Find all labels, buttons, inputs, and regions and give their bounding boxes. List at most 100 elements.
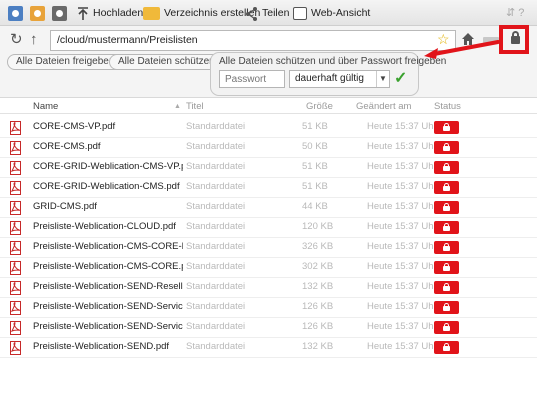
table-row[interactable]: Preisliste-Weblication-CMS-CORE.pdf Stand… bbox=[0, 258, 537, 278]
duration-value: dauerhaft gültig bbox=[295, 73, 364, 84]
file-name[interactable]: Preisliste-Weblication-CLOUD.pdf bbox=[33, 221, 183, 232]
column-size[interactable]: Größe bbox=[306, 101, 333, 112]
pdf-file-icon bbox=[10, 341, 21, 355]
column-status[interactable]: Status bbox=[434, 101, 461, 112]
table-row[interactable]: Preisliste-Weblication-SEND-Service.pdfS… bbox=[0, 318, 537, 338]
column-name[interactable]: Name bbox=[33, 101, 58, 112]
file-name[interactable]: GRID-CMS.pdf bbox=[33, 201, 183, 212]
status-lock-badge[interactable] bbox=[434, 261, 459, 274]
web-view-icon bbox=[293, 6, 307, 20]
file-modified: Heute 15:37 Uhr bbox=[367, 161, 437, 172]
file-title: Standarddatei bbox=[186, 201, 246, 212]
lock-icon bbox=[443, 143, 450, 151]
file-title: Standarddatei bbox=[186, 121, 246, 132]
status-lock-badge[interactable] bbox=[434, 341, 459, 354]
status-lock-badge[interactable] bbox=[434, 181, 459, 194]
file-modified: Heute 15:37 Uhr bbox=[367, 321, 437, 332]
password-input[interactable] bbox=[219, 70, 285, 88]
file-size: 132 KB bbox=[302, 341, 334, 352]
table-row[interactable]: CORE-CMS.pdf Standarddatei 50 KB Heute 15:3… bbox=[0, 138, 537, 158]
file-name[interactable]: CORE-CMS-VP.pdf bbox=[33, 121, 183, 132]
status-lock-badge[interactable] bbox=[434, 321, 459, 334]
share-icon bbox=[246, 6, 257, 21]
refresh-icon[interactable]: ↻ bbox=[10, 31, 23, 49]
path-input[interactable]: /cloud/mustermann/Preislisten bbox=[50, 30, 456, 51]
status-lock-badge[interactable] bbox=[434, 201, 459, 214]
properties-icon[interactable] bbox=[52, 4, 67, 22]
table-row[interactable]: CORE-GRID-Weblication-CMS.pdf Standarddat… bbox=[0, 178, 537, 198]
upload-button[interactable]: Hochladen bbox=[77, 4, 143, 22]
protect-all-button[interactable]: Alle Dateien schützen bbox=[109, 54, 224, 70]
upload-label: Hochladen bbox=[93, 7, 144, 19]
table-row[interactable]: Preisliste-Weblication-SEND-Service-ResS… bbox=[0, 298, 537, 318]
status-lock-badge[interactable] bbox=[434, 221, 459, 234]
web-view-label: Web-Ansicht bbox=[311, 7, 371, 19]
folder-icon bbox=[143, 6, 160, 20]
share-all-button[interactable]: Alle Dateien freigeben bbox=[7, 54, 124, 70]
file-name[interactable]: Preisliste-Weblication-SEND-Service.pdf bbox=[33, 321, 183, 332]
status-lock-badge[interactable] bbox=[434, 141, 459, 154]
table-row[interactable]: GRID-CMS.pdf Standarddatei 44 KB Heute 15:3… bbox=[0, 198, 537, 218]
file-size: 120 KB bbox=[302, 221, 334, 232]
file-name[interactable]: CORE-GRID-Weblication-CMS.pdf bbox=[33, 181, 183, 192]
table-row[interactable]: CORE-GRID-Weblication-CMS-VP.pdf Standard… bbox=[0, 158, 537, 178]
file-modified: Heute 15:37 Uhr bbox=[367, 341, 437, 352]
file-name[interactable]: CORE-CMS.pdf bbox=[33, 141, 183, 152]
status-lock-badge[interactable] bbox=[434, 161, 459, 174]
file-modified: Heute 15:37 Uhr bbox=[367, 141, 437, 152]
table-row[interactable]: CORE-CMS-VP.pdf Standarddatei 51 KB Heute 1… bbox=[0, 118, 537, 138]
file-name[interactable]: Preisliste-Weblication-SEND.pdf bbox=[33, 341, 183, 352]
status-lock-badge[interactable] bbox=[434, 121, 459, 134]
lock-icon bbox=[443, 223, 450, 231]
protect-lock-button[interactable] bbox=[499, 25, 529, 54]
help-icons[interactable]: ⇵ ? bbox=[506, 6, 524, 19]
action-row: Alle Dateien freigeben Alle Dateien schü… bbox=[0, 40, 537, 98]
pdf-file-icon bbox=[10, 321, 21, 335]
create-folder-button[interactable]: Verzeichnis erstellen bbox=[143, 4, 260, 22]
sort-asc-icon[interactable]: ▲ bbox=[174, 103, 181, 110]
file-size: 51 KB bbox=[302, 121, 328, 132]
status-lock-badge[interactable] bbox=[434, 301, 459, 314]
lock-icon bbox=[443, 183, 450, 191]
file-name[interactable]: Preisliste-Weblication-CMS-CORE.pdf bbox=[33, 261, 183, 272]
table-row[interactable]: Preisliste-Weblication-SEND-Reseller.pdf… bbox=[0, 278, 537, 298]
duration-select[interactable]: dauerhaft gültig ▼ bbox=[289, 70, 390, 88]
file-modified: Heute 15:37 Uhr bbox=[367, 241, 437, 252]
file-size: 302 KB bbox=[302, 261, 334, 272]
table-row[interactable]: Preisliste-Weblication-SEND.pdf Standardd… bbox=[0, 338, 537, 358]
lock-icon bbox=[443, 303, 450, 311]
file-name[interactable]: Preisliste-Weblication-SEND-Reseller.pdf bbox=[33, 281, 183, 292]
table-row[interactable]: Preisliste-Weblication-CMS-CORE-ResellSt… bbox=[0, 238, 537, 258]
share-button[interactable]: Teilen bbox=[245, 4, 289, 22]
pdf-file-icon bbox=[10, 161, 21, 175]
pdf-file-icon bbox=[10, 181, 21, 195]
file-size: 126 KB bbox=[302, 301, 334, 312]
file-title: Standarddatei bbox=[186, 181, 246, 192]
lock-icon bbox=[443, 243, 450, 251]
pdf-file-icon bbox=[10, 301, 21, 315]
table-row[interactable]: Preisliste-Weblication-CLOUD.pdf Standard… bbox=[0, 218, 537, 238]
config-icon[interactable] bbox=[30, 4, 45, 22]
up-arrow-icon[interactable]: ↑ bbox=[30, 31, 38, 49]
file-name[interactable]: Preisliste-Weblication-SEND-Service-Res bbox=[33, 301, 183, 312]
lock-icon bbox=[443, 323, 450, 331]
file-title: Standarddatei bbox=[186, 261, 246, 272]
status-lock-badge[interactable] bbox=[434, 241, 459, 254]
file-name[interactable]: CORE-GRID-Weblication-CMS-VP.pdf bbox=[33, 161, 183, 172]
lock-icon bbox=[443, 343, 450, 351]
lock-icon bbox=[443, 263, 450, 271]
file-size: 51 KB bbox=[302, 181, 328, 192]
confirm-check-icon[interactable]: ✓ bbox=[394, 68, 407, 88]
file-modified: Heute 15:37 Uhr bbox=[367, 261, 437, 272]
status-lock-badge[interactable] bbox=[434, 281, 459, 294]
upload-icon bbox=[78, 6, 88, 20]
settings-icon[interactable] bbox=[8, 4, 23, 22]
file-modified: Heute 15:37 Uhr bbox=[367, 281, 437, 292]
file-name[interactable]: Preisliste-Weblication-CMS-CORE-Resell bbox=[33, 241, 183, 252]
web-view-button[interactable]: Web-Ansicht bbox=[293, 4, 370, 22]
pdf-file-icon bbox=[10, 141, 21, 155]
column-modified[interactable]: Geändert am bbox=[356, 101, 411, 112]
column-title[interactable]: Titel bbox=[186, 101, 204, 112]
pdf-file-icon bbox=[10, 201, 21, 215]
pdf-file-icon bbox=[10, 281, 21, 295]
